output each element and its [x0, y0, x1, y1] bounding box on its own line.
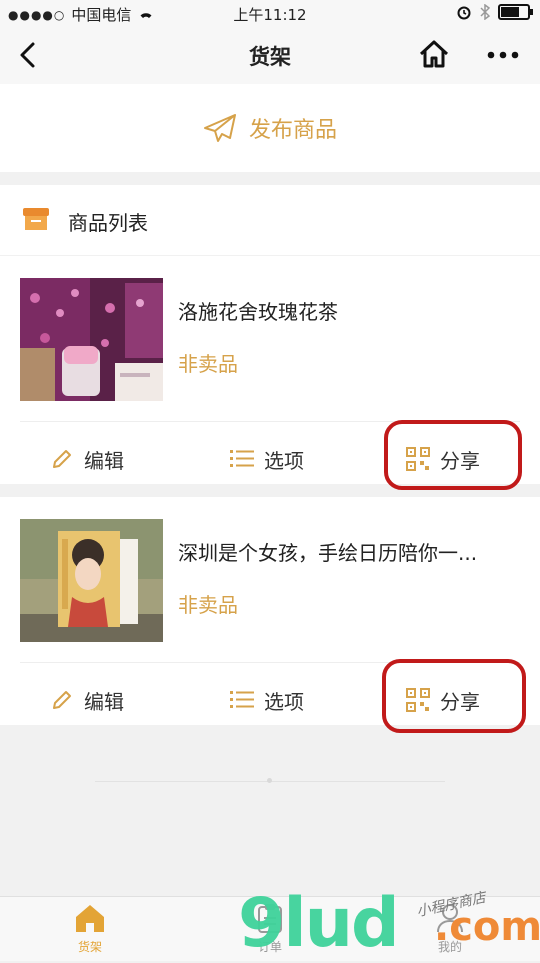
options-button[interactable]: 选项 — [230, 436, 304, 482]
highlight-box — [382, 659, 526, 733]
product-list-header: 商品列表 — [0, 185, 540, 255]
store-icon — [23, 208, 49, 230]
options-button[interactable]: 选项 — [230, 677, 304, 723]
product-thumbnail[interactable] — [20, 519, 163, 642]
list-icon — [230, 450, 254, 467]
battery-icon — [498, 4, 533, 20]
product-image-calendar — [20, 519, 163, 642]
product-thumbnail[interactable] — [20, 278, 163, 401]
product-card[interactable]: 深圳是个女孩，手绘日历陪你一... 非卖品 编辑 选项 分享 — [0, 497, 540, 733]
status-bar: ●●●●○ 中国电信 上午11:12 — [0, 0, 540, 26]
page-title: 货架 — [249, 45, 291, 69]
bluetooth-icon — [480, 4, 490, 20]
edit-button[interactable]: 编辑 — [50, 436, 124, 482]
options-label: 选项 — [264, 448, 304, 473]
product-status: 非卖品 — [178, 352, 238, 376]
product-status: 非卖品 — [178, 593, 238, 617]
list-end-dot — [267, 778, 272, 783]
status-right — [456, 4, 533, 20]
home-tab-icon — [76, 905, 104, 932]
product-image-rose-tea — [20, 278, 163, 401]
edit-label: 编辑 — [84, 689, 124, 714]
alarm-icon — [457, 6, 471, 20]
pencil-icon — [53, 450, 71, 468]
publish-product-button[interactable]: 发布商品 — [0, 84, 540, 172]
edit-button[interactable]: 编辑 — [50, 677, 124, 723]
product-name[interactable]: 深圳是个女孩，手绘日历陪你一... — [178, 537, 518, 566]
list-icon — [230, 691, 254, 708]
options-label: 选项 — [264, 689, 304, 714]
paper-plane-icon — [203, 114, 236, 142]
tab-shelf[interactable]: 货架 — [50, 903, 130, 955]
more-icon[interactable] — [486, 40, 520, 70]
product-list-title: 商品列表 — [68, 211, 148, 235]
product-card[interactable]: 洛施花舍玫瑰花茶 非卖品 编辑 选项 分享 — [0, 256, 540, 490]
pencil-icon — [53, 691, 71, 709]
publish-label: 发布商品 — [248, 118, 337, 143]
product-name[interactable]: 洛施花舍玫瑰花茶 — [178, 296, 518, 325]
tab-label: 货架 — [77, 940, 102, 954]
home-icon[interactable] — [418, 38, 450, 70]
nav-bar: 货架 — [0, 26, 540, 84]
watermark-main: 9lud — [238, 884, 400, 963]
edit-label: 编辑 — [84, 448, 124, 473]
highlight-box — [384, 420, 522, 490]
watermark-domain: .com — [434, 904, 540, 950]
watermark: 9lud 小程序商店 .com — [238, 884, 540, 963]
